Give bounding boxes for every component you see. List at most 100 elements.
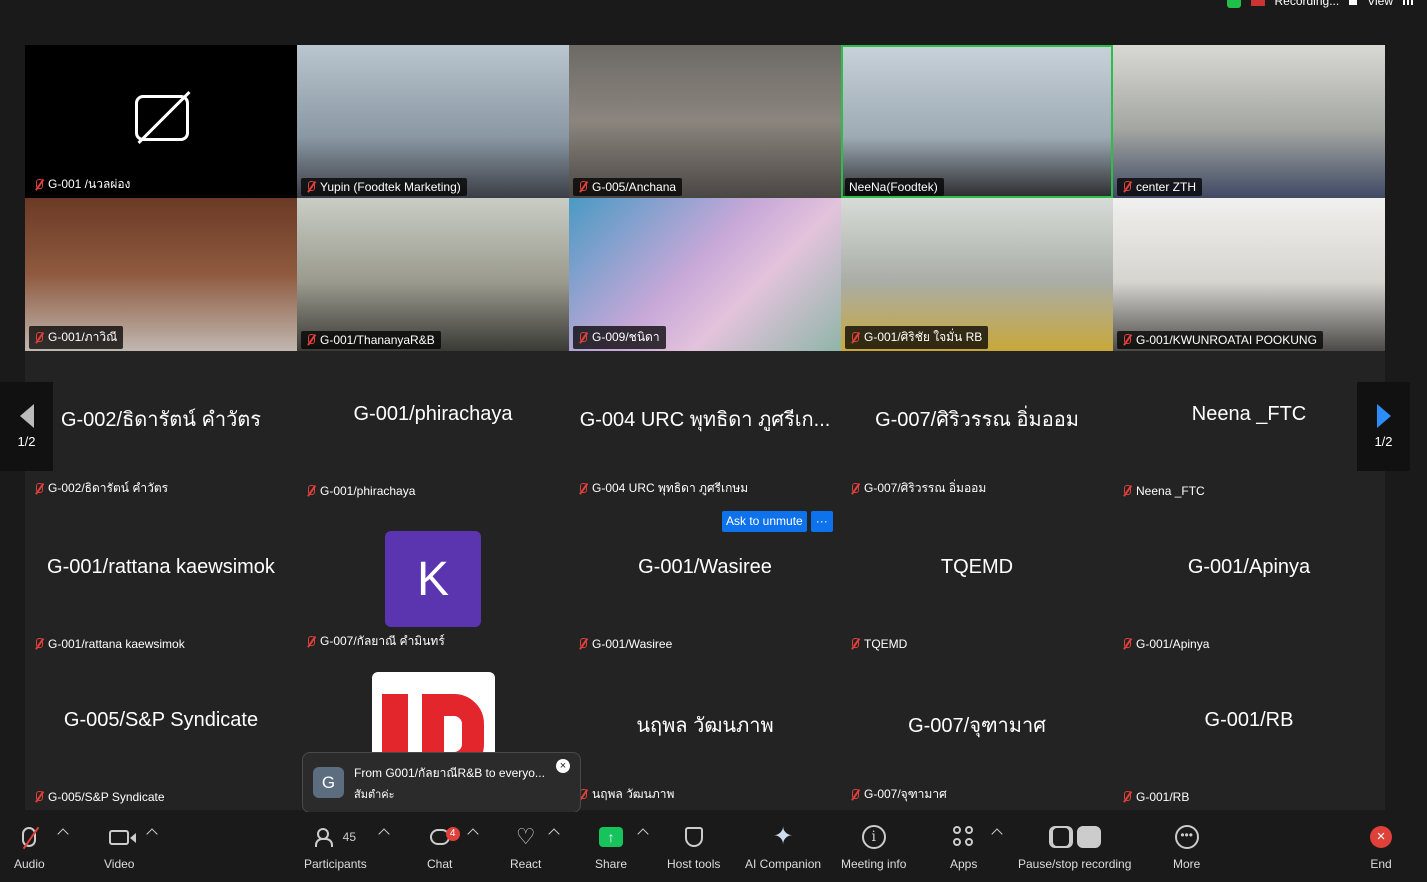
recording-controls-icon [1048,826,1101,848]
participant-display-name: TQEMD [940,556,1014,578]
participant-display-name: G-001/Apinya [1187,556,1311,578]
meeting-info-button[interactable]: i Meeting info [841,822,906,871]
name-tile[interactable]: K G-007/กัลยาณี คำมินทร์ [297,504,569,657]
participant-name-tag: G-001/KWUNROATAI POOKUNG [1117,331,1323,349]
name-tile[interactable]: G-007/ศิริวรรณ อิ่มออม G-007/ศิริวรรณ อิ… [841,351,1113,504]
participant-name-tag: TQEMD [845,635,911,653]
name-tile[interactable]: TQEMD TQEMD [841,504,1113,657]
name-tile[interactable]: G-001/phirachaya G-001/phirachaya [297,351,569,504]
mic-muted-icon [849,331,860,344]
audio-button[interactable]: Audio [14,822,45,871]
share-button[interactable]: ↑ Share [595,822,627,871]
participant-display-name: G-002/ธิดารัตน์ คำวัตร [60,409,262,431]
participant-display-name: นฤพล วัฒนภาพ [636,715,774,737]
participants-icon [314,828,337,847]
name-tile[interactable]: G-001/RB G-001/RB [1113,657,1385,810]
participant-name-tag: G-007/จุฑามาศ [845,783,951,806]
host-tools-button[interactable]: Host tools [667,822,720,871]
participant-display-name: G-001/RB [1204,709,1294,731]
participant-name-tag: G-001/ภาวิณี [29,326,124,349]
apps-icon [952,826,975,848]
pause-stop-recording-button[interactable]: Pause/stop recording [1018,822,1131,871]
share-options-chevron-icon[interactable] [637,828,649,840]
participants-options-chevron-icon[interactable] [378,828,390,840]
chat-options-chevron-icon[interactable] [467,828,479,840]
name-tile[interactable]: G-004 URC พุทธิดา ภูศรีเก... G-004 URC พ… [569,351,841,504]
participant-display-name: G-007/จุฑามาศ [908,715,1046,737]
audio-options-chevron-icon[interactable] [57,828,69,840]
chat-notification[interactable]: G From G001/กัลยาณีR&B to everyo... สัมต… [302,752,581,822]
name-tile[interactable]: G-007/จุฑามาศ G-007/จุฑามาศ [841,657,1113,810]
apps-options-chevron-icon[interactable] [991,828,1003,840]
participant-name-tag: นฤพล วัฒนภาพ [573,783,678,806]
mic-muted-icon [849,638,860,650]
mic-muted-icon [577,482,588,495]
mic-muted-icon [1121,181,1132,193]
name-tile[interactable]: นฤพล วัฒนภาพ นฤพล วัฒนภาพ [569,657,841,810]
previous-page-button[interactable]: 1/2 [0,382,53,471]
react-options-chevron-icon[interactable] [548,828,560,840]
participant-display-name: G-005/S&P Syndicate [63,709,259,731]
mic-muted-icon [33,331,44,344]
video-tile[interactable]: G-009/ชนิดา [569,198,841,351]
share-screen-icon: ↑ [599,827,624,847]
participant-name-tag: G-001/RB [1117,788,1193,806]
participant-name-tag: G-001/ThananyaR&B [301,331,441,349]
mic-muted-icon [577,638,588,650]
end-call-icon: × [1370,826,1392,848]
participants-button[interactable]: 45 Participants [304,822,367,871]
video-tile[interactable]: center ZTH [1113,45,1385,198]
mic-muted-icon [33,791,44,803]
unread-badge: 4 [445,827,460,841]
avatar: K [385,531,481,627]
mic-muted-icon [849,788,860,801]
video-tile[interactable]: G-001/KWUNROATAI POOKUNG [1113,198,1385,351]
next-page-button[interactable]: 1/2 [1357,382,1410,471]
video-button[interactable]: Video [104,822,137,871]
react-button[interactable]: ♡ React [510,822,541,872]
view-label[interactable]: View [1367,0,1393,8]
more-options-button[interactable]: ··· [810,511,833,532]
grid-view-icon[interactable] [1403,0,1415,5]
apps-button[interactable]: Apps [950,822,977,871]
end-button[interactable]: × End [1370,822,1392,871]
ask-to-unmute-button[interactable]: Ask to unmute [722,511,807,532]
recording-label: Recording... [1274,0,1340,8]
ai-companion-button[interactable]: ✦ AI Companion [745,822,821,872]
video-tile-active-speaker[interactable]: NeeNa(Foodtek) [841,45,1113,198]
ask-to-unmute-group: Ask to unmute ··· [722,511,833,532]
security-shield-icon[interactable] [1226,0,1241,8]
video-options-chevron-icon[interactable] [146,828,158,840]
video-tile[interactable]: G-001/ศิริชัย ใจมั่น RB [841,198,1113,351]
name-tile[interactable]: Neena _FTC Neena _FTC [1113,351,1385,504]
mic-muted-icon [305,181,316,193]
sparkle-icon: ✦ [772,823,794,850]
video-tile[interactable]: G-001/ThananyaR&B [297,198,569,351]
more-button[interactable]: ••• More [1173,822,1200,871]
participant-name-tag: G-001/rattana kaewsimok [29,635,189,653]
avatar: G [313,767,344,798]
chat-button[interactable]: 4 Chat [427,822,460,871]
video-tile[interactable]: G-001 /นวลผ่อง [25,45,297,198]
video-tile[interactable]: G-001/ภาวิณี [25,198,297,351]
video-tile[interactable]: Yupin (Foodtek Marketing) [297,45,569,198]
name-tile[interactable]: G-001/rattana kaewsimok G-001/rattana ka… [25,504,297,657]
participant-name-tag: G-001/Wasiree [573,635,676,653]
participant-name-tag: G-009/ชนิดา [573,326,666,349]
name-tile[interactable]: G-001/Apinya G-001/Apinya [1113,504,1385,657]
chat-icon: 4 [429,827,460,845]
close-icon[interactable]: × [556,759,570,773]
name-tile[interactable]: G-005/S&P Syndicate G-005/S&P Syndicate [25,657,297,810]
mic-muted-icon [1121,638,1132,650]
participant-name-tag: center ZTH [1117,178,1203,196]
top-status-bar: Recording... View [0,0,1427,12]
stop-recording-icon[interactable] [1349,0,1358,5]
name-tile[interactable]: G-002/ธิดารัตน์ คำวัตร G-002/ธิดารัตน์ ค… [25,351,297,504]
participant-name-tag: G-007/กัลยาณี คำมินทร์ [301,630,449,653]
meeting-toolbar: Audio Video 45 Participants 4 Chat ♡ Rea… [0,812,1427,882]
video-tile[interactable]: G-005/Anchana [569,45,841,198]
mic-muted-icon [33,482,44,495]
camera-off-icon [135,95,189,141]
chat-message: สัมตำค่ะ [354,789,395,801]
participant-display-name: G-004 URC พุทธิดา ภูศรีเก... [579,409,831,431]
